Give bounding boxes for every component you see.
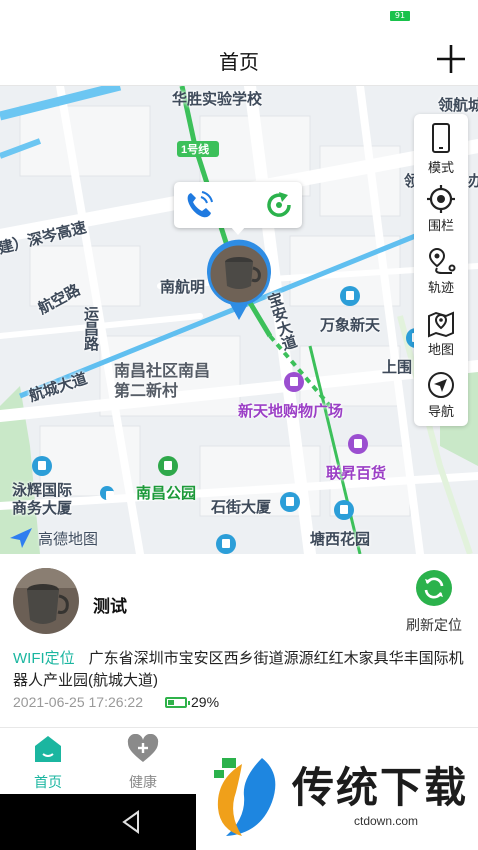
device-info-panel: 测试 刷新定位 WIFI定位 广东省深圳市宝安区西乡街道源源红红木家具华丰国际机器… (0, 554, 478, 728)
page-title: 首页 (219, 52, 259, 74)
device-address: WIFI定位 广东省深圳市宝安区西乡街道源源红红木家具华丰国际机器人产业园(航城大… (13, 648, 469, 692)
map-label-community: 南昌社区南昌第二新村 (114, 363, 211, 400)
poi-icon[interactable] (348, 434, 368, 454)
tool-navigation-label: 导航 (427, 404, 454, 419)
poi-icon[interactable] (100, 486, 114, 500)
tool-fence[interactable]: 围栏 (414, 178, 468, 238)
device-marker[interactable] (203, 238, 275, 320)
watermark-url: ctdown.com (354, 814, 419, 828)
health-heart-icon (127, 733, 159, 762)
battery-status: 29% (165, 694, 219, 710)
poi-icon[interactable] (158, 456, 178, 476)
poi-icon[interactable] (280, 492, 300, 512)
location-type: WIFI定位 (13, 650, 75, 667)
tool-map[interactable]: 地图 (414, 302, 468, 362)
home-icon (35, 736, 61, 762)
status-bar: 91 (0, 0, 478, 32)
map-label-ban-partial: 办 (468, 173, 478, 190)
poi-icon[interactable] (340, 286, 360, 306)
poi-icon[interactable] (284, 372, 304, 392)
device-name: 测试 (93, 597, 127, 616)
refresh-location-label: 刷新定位 (406, 617, 462, 633)
back-icon[interactable] (118, 808, 146, 836)
tool-track[interactable]: 轨迹 (414, 240, 468, 300)
refresh-icon[interactable] (262, 188, 296, 222)
map-label-line1: 1号线 (181, 144, 210, 156)
tool-track-label: 轨迹 (427, 280, 454, 295)
poi-icon[interactable] (216, 534, 236, 554)
refresh-location-icon (416, 570, 452, 606)
fence-target-icon (427, 185, 455, 213)
map-label-linghang: 领航城 (438, 97, 478, 114)
map-label-lianxing: 联昇百货 (326, 465, 387, 482)
tool-navigation[interactable]: 导航 (414, 364, 468, 424)
navigation-icon (428, 372, 454, 398)
gaode-logo-icon (10, 528, 32, 548)
device-meta: 2021-06-25 17:26:22 29% (13, 694, 219, 710)
map-toolbar: 模式 围栏 轨迹 地图 导航 (414, 114, 468, 426)
address-text: 广东省深圳市宝安区西乡街道源源红红木家具华丰国际机器人产业园(航城大道) (13, 650, 464, 689)
tool-map-label: 地图 (427, 342, 454, 357)
track-icon (428, 247, 456, 274)
status-battery-icon: 91 (390, 11, 410, 21)
map-label-tangxi: 塘西花园 (310, 531, 371, 548)
map-label-nanchang-park: 南昌公园 (136, 485, 197, 502)
tab-health[interactable]: 健康 (103, 733, 183, 792)
map-icon (428, 311, 454, 338)
marker-popup (174, 182, 302, 228)
add-icon[interactable] (434, 42, 468, 76)
poi-icon[interactable] (334, 500, 354, 520)
phone-mode-icon (432, 123, 450, 153)
refresh-location-button[interactable]: 刷新定位 (396, 570, 472, 635)
watermark: 传统下载 ctdown.com (196, 740, 478, 850)
map-label-nanhang: 南航明 (160, 279, 206, 296)
map-logo-text: 高德地图 (38, 530, 99, 548)
call-icon[interactable] (182, 188, 216, 222)
tab-home[interactable]: 首页 (8, 734, 88, 792)
tool-mode-label: 模式 (427, 160, 454, 175)
map-label-shangwei: 上围 (382, 359, 413, 376)
device-avatar[interactable] (13, 568, 79, 634)
poi-icon[interactable] (32, 456, 52, 476)
map-label-yonghui: 泳辉国际商务大厦 (12, 482, 73, 517)
battery-icon (165, 696, 190, 708)
map-label-yunchang: 运昌路 (82, 306, 99, 351)
popup-tail (230, 226, 246, 235)
map-label-school: 华胜实验学校 (172, 91, 263, 108)
tab-home-label: 首页 (34, 774, 62, 790)
header: 首页 (0, 32, 478, 86)
map-view[interactable]: 华胜实验学校 1号线 领航城 建）深岑高速 航空路 运昌路 南航明 宝安大道 万… (0, 86, 478, 554)
system-nav-bar (0, 794, 200, 850)
tool-mode[interactable]: 模式 (414, 116, 468, 176)
map-label-xintiandi: 新天地购物广场 (238, 403, 344, 420)
map-logo: 高德地图 (8, 526, 98, 550)
tool-fence-label: 围栏 (427, 218, 454, 233)
watermark-logo-icon (214, 758, 276, 836)
battery-percent: 29% (191, 694, 220, 710)
map-label-wanxiang: 万象新天 (320, 317, 381, 334)
map-label-shijie: 石街大厦 (211, 499, 272, 516)
tab-health-label: 健康 (129, 774, 157, 790)
location-timestamp: 2021-06-25 17:26:22 (13, 694, 143, 710)
watermark-text: 传统下载 (292, 763, 469, 812)
